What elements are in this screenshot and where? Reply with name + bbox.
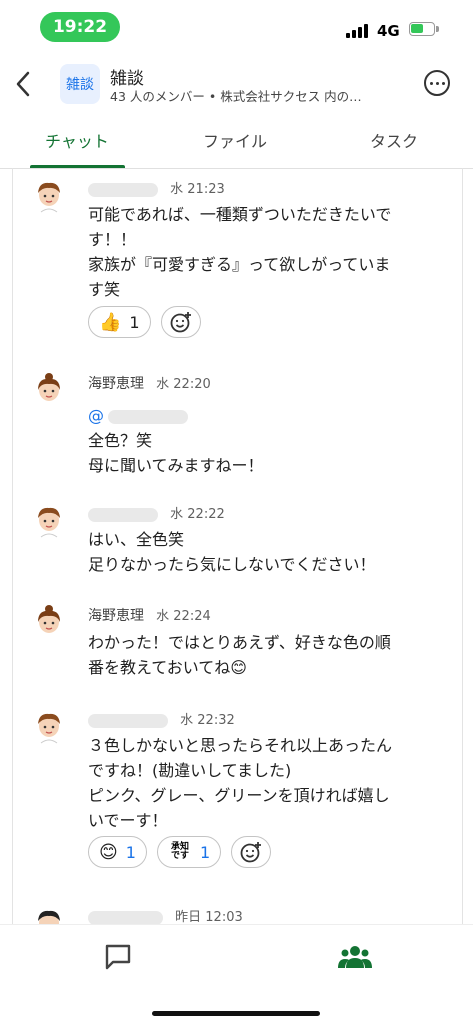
message-text: ３色しかないと思ったらそれ以上あったん ですね！(勘違いしてました) ピンク、グ… <box>88 736 393 830</box>
user-avatar[interactable] <box>35 373 63 407</box>
redacted-name <box>88 507 158 522</box>
message-text: はい、全色笑 足りなかったら気にしないでください！ <box>88 530 376 574</box>
tab-tasks[interactable]: タスク <box>370 128 418 152</box>
message-list[interactable]: 水 21:23 可能であれば、一種類ずついただきたいで す！！ 家族が『可愛すぎ… <box>12 168 463 924</box>
tab-bar: チャット ファイル タスク <box>0 112 473 169</box>
user-avatar[interactable] <box>35 908 63 924</box>
redacted-name <box>108 409 188 424</box>
room-subtitle[interactable]: 43 人のメンバー • 株式会社サクセス 内の… <box>110 86 410 105</box>
message-meta: 昨日 12:03 <box>88 906 243 924</box>
acknowledged-stamp-icon: 承知 です <box>170 842 189 861</box>
user-avatar[interactable] <box>35 505 63 539</box>
add-reaction-button[interactable] <box>160 306 201 338</box>
user-avatar[interactable] <box>35 180 63 214</box>
tab-files[interactable]: ファイル <box>203 128 267 152</box>
status-bar: 19:22 4G <box>0 0 473 56</box>
message-meta: 水 22:32 <box>88 709 235 728</box>
nav-chat-button[interactable] <box>103 942 133 972</box>
user-mention[interactable]: @ <box>88 406 104 425</box>
message-meta: 海野恵理 水 22:24 <box>88 605 211 625</box>
battery-cap <box>436 26 439 32</box>
message-time: 水 22:22 <box>170 507 225 522</box>
add-emoji-icon <box>170 312 191 333</box>
message-meta: 水 22:22 <box>88 503 225 522</box>
redacted-name <box>88 910 163 924</box>
message-time: 水 22:20 <box>156 377 211 392</box>
reaction-bar: 😊 1 承知 です 1 <box>88 836 272 868</box>
message-time: 昨日 12:03 <box>175 910 243 924</box>
message-time: 水 21:23 <box>170 182 225 197</box>
thumbs-up-icon: 👍 <box>99 311 122 333</box>
chat-header: 雑談 雑談 43 人のメンバー • 株式会社サクセス 内の… <box>0 56 473 112</box>
message-text: わかった！ではとりあえず、好きな色の順 番を教えておいてね😊 <box>88 633 391 677</box>
smile-icon: 😊 <box>99 841 118 863</box>
signal-icon <box>346 24 370 38</box>
message-text: 可能であれば、一種類ずついただきたいで す！！ 家族が『可愛すぎる』って欲しがっ… <box>88 205 392 299</box>
add-emoji-icon <box>240 842 262 863</box>
reaction-chip-smile[interactable]: 😊 1 <box>88 836 147 868</box>
more-options-button[interactable] <box>424 70 450 96</box>
bottom-nav <box>0 924 473 1025</box>
reaction-count: 1 <box>129 312 140 332</box>
message-text: @ 全色？笑 母に聞いてみますねー！ <box>88 406 264 475</box>
user-avatar[interactable] <box>35 605 63 639</box>
status-time: 19:22 <box>40 12 120 42</box>
message-meta: 海野恵理 水 22:20 <box>88 373 211 393</box>
network-type: 4G <box>377 22 400 40</box>
chevron-left-icon <box>16 71 30 97</box>
reaction-chip-acknowledged[interactable]: 承知 です 1 <box>156 836 222 868</box>
battery-icon <box>409 22 435 36</box>
reaction-chip-thumbs-up[interactable]: 👍 1 <box>88 306 151 338</box>
redacted-name <box>88 182 158 197</box>
back-button[interactable] <box>10 66 36 102</box>
reaction-count: 1 <box>199 842 211 862</box>
sender-name: 海野恵理 <box>88 376 144 392</box>
sender-name: 海野恵理 <box>88 608 144 624</box>
add-reaction-button[interactable] <box>231 836 272 868</box>
tab-chat[interactable]: チャット <box>45 128 109 152</box>
reaction-bar: 👍 1 <box>88 306 201 338</box>
user-avatar[interactable] <box>35 711 63 745</box>
nav-members-button[interactable] <box>338 942 372 972</box>
room-avatar[interactable]: 雑談 <box>60 64 100 104</box>
message-time: 水 22:24 <box>156 609 211 624</box>
message-time: 水 22:32 <box>180 713 235 728</box>
reaction-count: 1 <box>125 842 136 862</box>
message-meta: 水 21:23 <box>88 178 225 197</box>
home-indicator <box>152 1011 320 1016</box>
people-icon <box>338 946 372 968</box>
chat-bubble-icon <box>105 944 131 970</box>
redacted-name <box>88 713 168 728</box>
